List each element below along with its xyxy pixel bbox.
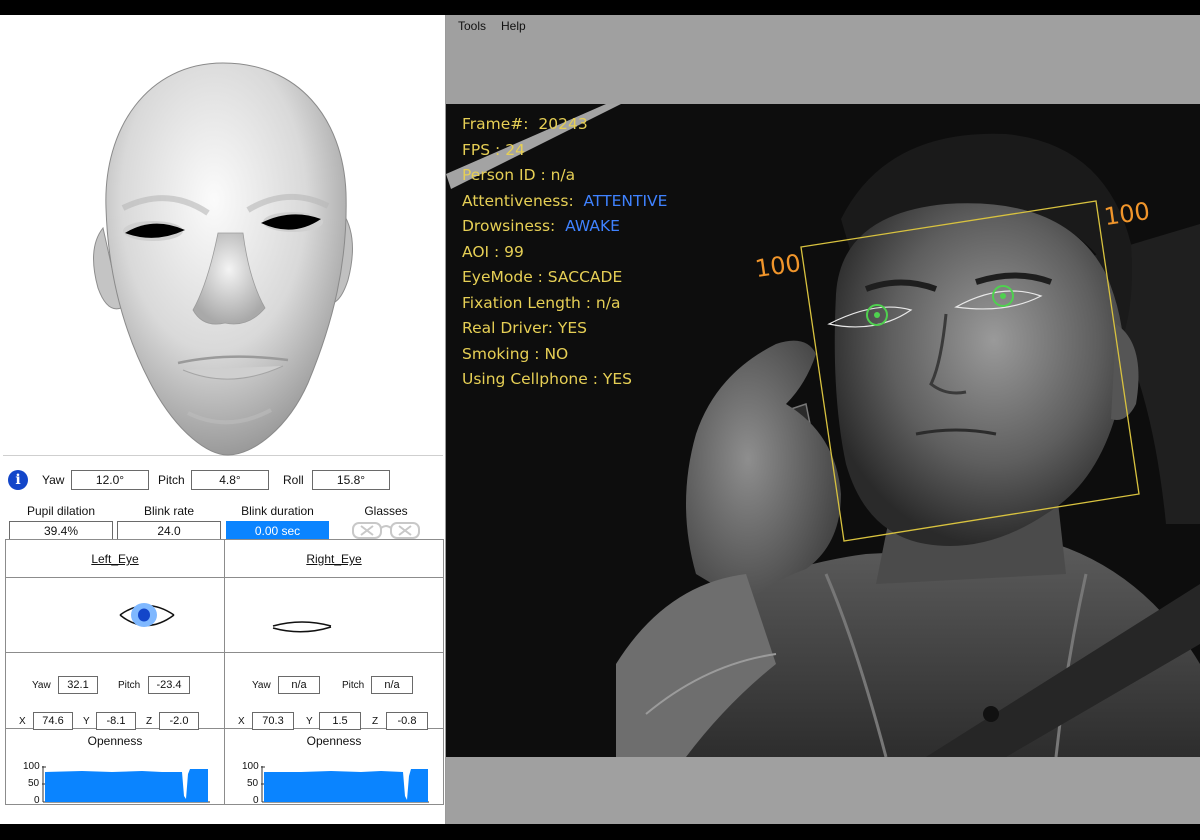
left-eye-y-value: -8.1 — [96, 712, 136, 730]
left-eye-openness-chart — [42, 766, 210, 803]
yaw-value: 12.0° — [71, 470, 149, 490]
right-eye-y-label: Y — [306, 716, 313, 727]
glasses-label: Glasses — [364, 504, 408, 518]
drowsiness-value: AWAKE — [565, 217, 620, 235]
pupil-dilation-label: Pupil dilation — [26, 504, 96, 518]
menu-help[interactable]: Help — [501, 19, 526, 33]
face-model-icon — [93, 62, 353, 456]
attentiveness-row: Attentiveness: ATTENTIVE — [462, 189, 667, 215]
pitch-value: 4.8° — [191, 470, 269, 490]
blink-duration-value: 0.00 sec — [226, 521, 329, 541]
blink-duration-label: Blink duration — [241, 504, 314, 518]
fps-label: FPS : — [462, 140, 501, 159]
left-eye-z-value: -2.0 — [159, 712, 199, 730]
frame-label: Frame#: — [462, 115, 529, 133]
frame-row: Frame#: 20243 — [462, 112, 667, 138]
right-eye-x-value: 70.3 — [252, 712, 294, 730]
left-eye-yaw-value: 32.1 — [58, 676, 98, 694]
right-eye-z-label: Z — [372, 716, 379, 727]
right-eye-title: Right_Eye — [306, 552, 362, 566]
eyemode: EyeMode : SACCADE — [462, 268, 623, 286]
right-eye-x-label: X — [238, 716, 245, 727]
right-eye-y-value: 1.5 — [319, 712, 361, 730]
left-eye-title: Left_Eye — [91, 552, 139, 566]
left-eye-x-label: X — [19, 716, 26, 727]
right-eye-pitch-value: n/a — [371, 676, 413, 694]
menu-tools[interactable]: Tools — [458, 19, 486, 33]
aoi: AOI : 99 — [462, 242, 524, 261]
left-eye-x-value: 74.6 — [33, 712, 73, 730]
eyes-panel-row-divider — [6, 577, 443, 578]
left-eye-openness-label: Openness — [87, 734, 143, 748]
fps-value: 24 — [505, 140, 525, 159]
right-eye-openness-label: Openness — [306, 734, 362, 748]
fps-row: FPS : 24 — [462, 138, 667, 164]
openness-tick-50: 50 — [28, 778, 40, 789]
3d-face-model-view[interactable] — [3, 18, 443, 456]
glasses-icon — [352, 522, 420, 539]
left-eye-z-label: Z — [146, 716, 153, 727]
pitch-label: Pitch — [158, 473, 185, 487]
right-eye-closed-icon — [272, 621, 332, 633]
fixation-length: Fixation Length : n/a — [462, 293, 621, 312]
real-driver: Real Driver: YES — [462, 319, 588, 337]
window-top-border — [0, 0, 1200, 15]
left-eye-pitch-label: Pitch — [118, 680, 141, 691]
blink-rate-label: Blink rate — [143, 504, 195, 518]
openness-tick-100: 100 — [23, 761, 40, 772]
video-bottom-area — [446, 757, 1200, 824]
right-eye-openness-chart — [261, 766, 429, 803]
drowsiness-label: Drowsiness: — [462, 217, 556, 235]
menu-area: Tools Help — [446, 15, 1200, 104]
eyes-panel-row-divider — [6, 652, 443, 653]
window-bottom-border — [0, 824, 1200, 840]
attentiveness-label: Attentiveness: — [462, 191, 574, 210]
left-eye-open-icon — [119, 603, 175, 627]
right-eye-yaw-value: n/a — [278, 676, 320, 694]
right-eye-z-value: -0.8 — [386, 712, 428, 730]
right-eye-yaw-label: Yaw — [252, 680, 271, 691]
pupil-dilation-value: 39.4% — [9, 521, 113, 541]
info-icon[interactable]: i — [8, 470, 28, 490]
eyes-panel: Left_Eye Right_Eye Yaw 32.1 Pitch -23.4 … — [5, 539, 444, 806]
attentiveness-value: ATTENTIVE — [583, 191, 668, 210]
openness-tick-50: 50 — [247, 778, 259, 789]
using-cellphone: Using Cellphone : YES — [462, 370, 632, 388]
right-eye-pitch-label: Pitch — [342, 680, 365, 691]
person-id: Person ID : n/a — [462, 166, 576, 184]
roll-label: Roll — [283, 473, 304, 487]
blink-rate-value: 24.0 — [117, 521, 221, 541]
openness-tick-0: 0 — [34, 795, 40, 806]
left-eye-y-label: Y — [83, 716, 90, 727]
smoking: Smoking : NO — [462, 344, 569, 363]
camera-feed[interactable]: 100 100 Frame#: 20243 FPS : 24 Person ID… — [446, 104, 1200, 757]
drowsiness-row: Drowsiness: AWAKE — [462, 214, 667, 240]
roll-value: 15.8° — [312, 470, 390, 490]
frame-value: 20243 — [538, 115, 588, 133]
openness-tick-100: 100 — [242, 761, 259, 772]
openness-tick-0: 0 — [253, 795, 259, 806]
eyes-panel-divider — [224, 540, 225, 804]
yaw-label: Yaw — [42, 473, 65, 487]
left-eye-yaw-label: Yaw — [32, 680, 51, 691]
status-overlay: Frame#: 20243 FPS : 24 Person ID : n/a A… — [462, 112, 667, 393]
left-eye-pitch-value: -23.4 — [148, 676, 190, 694]
